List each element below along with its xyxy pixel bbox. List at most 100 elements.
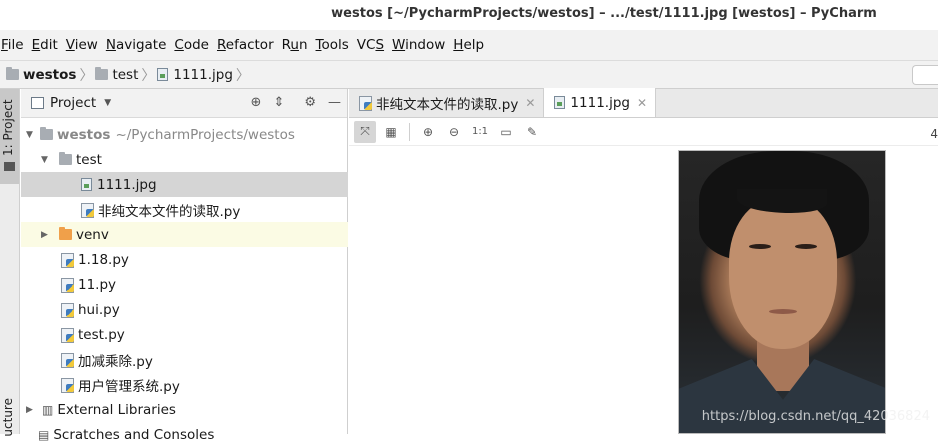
tree-node-external-libraries[interactable]: ▶ ▥ External Libraries xyxy=(21,397,348,422)
menu-tools[interactable]: Tools xyxy=(312,37,353,53)
structure-tool-tab[interactable]: ucture xyxy=(1,398,15,437)
editor-area: 非纯文本文件的读取.py ✕ 1111.jpg ✕ ⤧ ▦ ⊕ ⊖ 1:1 ▭ … xyxy=(349,88,938,434)
menu-help[interactable]: Help xyxy=(449,37,488,53)
tree-node-file[interactable]: 11.py xyxy=(21,272,348,297)
close-icon[interactable]: ✕ xyxy=(525,96,535,110)
menu-edit[interactable]: Edit xyxy=(28,37,62,53)
python-file-icon xyxy=(61,302,74,318)
folder-icon xyxy=(6,67,19,80)
tree-node-label: 用户管理系统.py xyxy=(78,378,180,395)
python-file-icon xyxy=(61,352,74,368)
tree-node-file[interactable]: 用户管理系统.py xyxy=(21,372,348,397)
collapse-arrow-icon[interactable]: ▶ xyxy=(41,230,53,240)
tree-node-file[interactable]: test.py xyxy=(21,322,348,347)
breadcrumb-root[interactable]: westos xyxy=(23,67,76,83)
tab-1111-jpg[interactable]: 1111.jpg ✕ xyxy=(544,88,657,117)
python-file-icon xyxy=(61,252,74,268)
tab-label: 非纯文本文件的读取.py xyxy=(376,97,519,113)
tree-node-label: westos xyxy=(57,126,111,143)
image-file-icon xyxy=(157,68,169,81)
menu-run[interactable]: Run xyxy=(278,37,312,53)
project-panel: Project ▼ ⊕ ⇕ ⚙ — ▼ westos ~/PycharmProj… xyxy=(21,89,348,443)
collapse-arrow-icon[interactable]: ▶ xyxy=(26,405,38,415)
tree-node-label: 11.py xyxy=(78,276,117,293)
tree-node-py-file[interactable]: 非纯文本文件的读取.py xyxy=(21,197,348,222)
chevron-right-icon: 〉 xyxy=(235,67,250,84)
photo-face xyxy=(729,199,837,349)
tree-node-file[interactable]: 加减乘除.py xyxy=(21,347,348,372)
breadcrumb: westos 〉 test 〉 1111.jpg 〉 xyxy=(0,65,252,85)
folder-icon xyxy=(40,127,53,140)
locate-icon[interactable]: ⊕ xyxy=(251,95,262,110)
tree-node-label: 1111.jpg xyxy=(97,176,157,193)
zoom-in-icon[interactable]: ⊕ xyxy=(417,121,439,143)
tree-node-1111-jpg[interactable]: 1111.jpg xyxy=(21,172,348,197)
grid-icon[interactable]: ▦ xyxy=(380,121,402,143)
tree-node-path: ~/PycharmProjects/westos xyxy=(115,126,295,143)
tree-node-scratches[interactable]: ▤ Scratches and Consoles xyxy=(21,422,348,447)
tree-node-file[interactable]: hui.py xyxy=(21,297,348,322)
window-title: westos [~/PycharmProjects/westos] – .../… xyxy=(0,0,938,30)
watermark: https://blog.csdn.net/qq_42036824 xyxy=(701,409,930,424)
tab-label: 1111.jpg xyxy=(570,94,630,111)
folder-icon xyxy=(59,227,72,240)
image-preview xyxy=(678,150,886,434)
python-file-icon xyxy=(61,377,74,393)
tree-node-label: test.py xyxy=(78,326,125,343)
collapse-all-icon[interactable]: ⇕ xyxy=(273,95,284,110)
ruler-digit: 4 xyxy=(930,127,938,141)
chevron-right-icon: 〉 xyxy=(141,67,156,84)
menu-file[interactable]: File xyxy=(0,37,28,53)
breadcrumb-file[interactable]: 1111.jpg xyxy=(173,67,233,83)
close-icon[interactable]: ✕ xyxy=(637,96,647,110)
tree-node-label: External Libraries xyxy=(57,401,176,418)
tree-node-root[interactable]: ▼ westos ~/PycharmProjects/westos xyxy=(21,122,348,147)
python-file-icon xyxy=(61,327,74,343)
folder-icon xyxy=(95,67,109,80)
menu-vcs[interactable]: VCS xyxy=(353,37,388,53)
menu-navigate[interactable]: Navigate xyxy=(102,37,171,53)
tree-node-label: venv xyxy=(76,226,109,243)
project-panel-header: Project ▼ ⊕ ⇕ ⚙ — xyxy=(21,89,347,118)
tree-node-label: test xyxy=(76,151,102,168)
dropdown-arrow-icon[interactable]: ▼ xyxy=(104,98,111,108)
expand-arrow-icon[interactable]: ▼ xyxy=(41,155,53,165)
python-file-icon xyxy=(61,277,74,293)
menu-view[interactable]: View xyxy=(62,37,102,53)
image-file-icon xyxy=(554,96,566,109)
photo-eye xyxy=(795,244,817,249)
zoom-out-icon[interactable]: ⊖ xyxy=(443,121,465,143)
fit-zoom-icon[interactable]: ▭ xyxy=(495,121,517,143)
toolbar-separator xyxy=(409,122,410,141)
breadcrumb-folder[interactable]: test xyxy=(112,67,138,83)
run-config-button[interactable] xyxy=(912,65,938,85)
tab-py-file[interactable]: 非纯文本文件的读取.py ✕ xyxy=(349,89,545,117)
tree-node-file[interactable]: 1.18.py xyxy=(21,247,348,272)
project-view-icon xyxy=(31,97,44,109)
color-picker-icon[interactable]: ✎ xyxy=(521,121,543,143)
menu-window[interactable]: Window xyxy=(388,37,449,53)
python-file-icon xyxy=(81,202,94,218)
menu-bar: File Edit View Navigate Code Refactor Run Tools… xyxy=(0,30,938,60)
project-tool-tab-label: 1: Project xyxy=(1,99,15,156)
photo-eye xyxy=(749,244,771,249)
tree-node-label: 加减乘除.py xyxy=(78,353,153,370)
menu-code[interactable]: Code xyxy=(170,37,213,53)
tree-node-label: Scratches and Consoles xyxy=(53,426,215,443)
actual-size-button[interactable]: 1:1 xyxy=(469,121,491,143)
tree-node-label: 非纯文本文件的读取.py xyxy=(98,203,241,220)
tree-node-label: 1.18.py xyxy=(78,251,129,268)
tree-node-label: hui.py xyxy=(78,301,120,318)
project-view-selector[interactable]: Project xyxy=(50,95,96,111)
fit-to-window-icon[interactable]: ⤧ xyxy=(354,120,376,143)
photo-mouth xyxy=(769,309,797,314)
folder-icon xyxy=(4,162,15,171)
navigation-bar: westos 〉 test 〉 1111.jpg 〉 xyxy=(0,60,938,89)
expand-arrow-icon[interactable]: ▼ xyxy=(26,130,38,140)
tree-node-venv[interactable]: ▶ venv xyxy=(21,222,348,247)
tree-node-test[interactable]: ▼ test xyxy=(21,147,348,172)
gear-icon[interactable]: ⚙ xyxy=(304,95,316,110)
image-file-icon xyxy=(81,178,92,191)
menu-refactor[interactable]: Refactor xyxy=(213,37,278,53)
hide-icon[interactable]: — xyxy=(328,95,341,110)
